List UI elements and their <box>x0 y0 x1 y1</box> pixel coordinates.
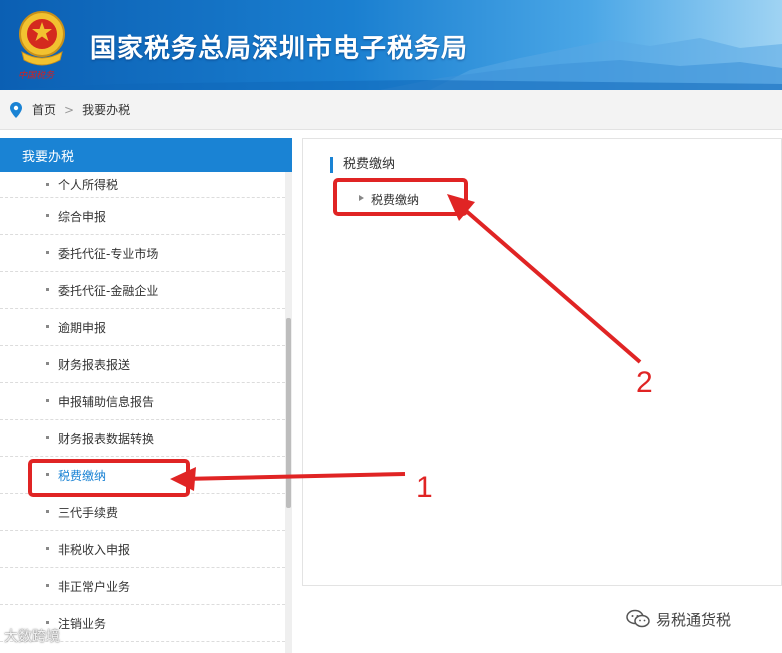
sidebar-item-label: 非正常户业务 <box>58 579 131 594</box>
sidebar-item-label: 逾期申报 <box>58 320 107 335</box>
sidebar-item-report-data-conversion[interactable]: 财务报表数据转换 <box>0 420 285 457</box>
sidebar-item-individual-income-tax[interactable]: 个人所得税 <box>0 172 285 198</box>
sidebar-item-three-agency-fees[interactable]: 三代手续费 <box>0 494 285 531</box>
breadcrumb-separator: > <box>64 102 75 117</box>
sidebar-item-label: 非税收入申报 <box>58 542 131 557</box>
header-banner: 中国税务 国家税务总局深圳市电子税务局 <box>0 0 782 90</box>
sidebar-menu: 个人所得税 综合申报 委托代征-专业市场 委托代征-金融企业 逾期申报 财务报表… <box>0 172 285 653</box>
sidebar-item-auxiliary-info-report[interactable]: 申报辅助信息报告 <box>0 383 285 420</box>
watermark-right: 易税通货税 <box>626 608 731 630</box>
breadcrumb-home-link[interactable]: 首页 <box>32 101 56 118</box>
sidebar-item-financial-report-submission[interactable]: 财务报表报送 <box>0 346 285 383</box>
page: 中国税务 国家税务总局深圳市电子税务局 首页 > 我要办税 我要办税 个人所得税… <box>0 0 782 653</box>
sidebar-scrollbar[interactable] <box>285 172 292 653</box>
sidebar-item-label: 财务报表数据转换 <box>58 431 155 446</box>
sidebar-item-label: 税费缴纳 <box>58 468 107 483</box>
wechat-icon <box>626 609 650 628</box>
sidebar-item-tax-payment[interactable]: 税费缴纳 <box>0 457 285 494</box>
sidebar-item-label: 三代手续费 <box>58 505 119 520</box>
watermark-right-text: 易税通货税 <box>656 610 732 629</box>
sidebar-item-entrusted-collection-market[interactable]: 委托代征-专业市场 <box>0 235 285 272</box>
scrollbar-thumb[interactable] <box>286 318 291 508</box>
breadcrumb: 首页 > 我要办税 <box>0 90 782 130</box>
sidebar-heading[interactable]: 我要办税 <box>0 138 292 172</box>
sidebar-item-label: 注销业务 <box>58 616 107 631</box>
site-title: 国家税务总局深圳市电子税务局 <box>90 34 469 64</box>
location-pin-icon <box>10 101 22 118</box>
tax-emblem-icon <box>19 11 65 66</box>
watermark-left: 大数跨境 <box>4 629 60 645</box>
sidebar-item-comprehensive-declaration[interactable]: 综合申报 <box>0 198 285 235</box>
sidebar-item-non-tax-income[interactable]: 非税收入申报 <box>0 531 285 568</box>
tax-payment-link[interactable]: 税费缴纳 <box>359 191 419 208</box>
sidebar-item-overdue-declaration[interactable]: 逾期申报 <box>0 309 285 346</box>
section-title: 税费缴纳 <box>330 157 395 173</box>
sidebar-item-label: 综合申报 <box>58 209 107 224</box>
sidebar-item-entrusted-collection-finance[interactable]: 委托代征-金融企业 <box>0 272 285 309</box>
emblem-script-text: 中国税务 <box>18 71 55 81</box>
sidebar-item-label: 财务报表报送 <box>58 357 131 372</box>
main-panel: 税费缴纳 税费缴纳 <box>302 138 782 586</box>
sidebar-item-label: 委托代征-专业市场 <box>58 246 159 261</box>
sidebar-item-label: 委托代征-金融企业 <box>58 283 159 298</box>
sidebar-item-label: 申报辅助信息报告 <box>58 394 155 409</box>
sidebar: 我要办税 个人所得税 综合申报 委托代征-专业市场 委托代征-金融企业 逾期申报… <box>0 138 292 653</box>
sidebar-item-abnormal-account[interactable]: 非正常户业务 <box>0 568 285 605</box>
breadcrumb-current: 我要办税 <box>82 103 131 117</box>
sidebar-item-label: 个人所得税 <box>58 178 119 192</box>
